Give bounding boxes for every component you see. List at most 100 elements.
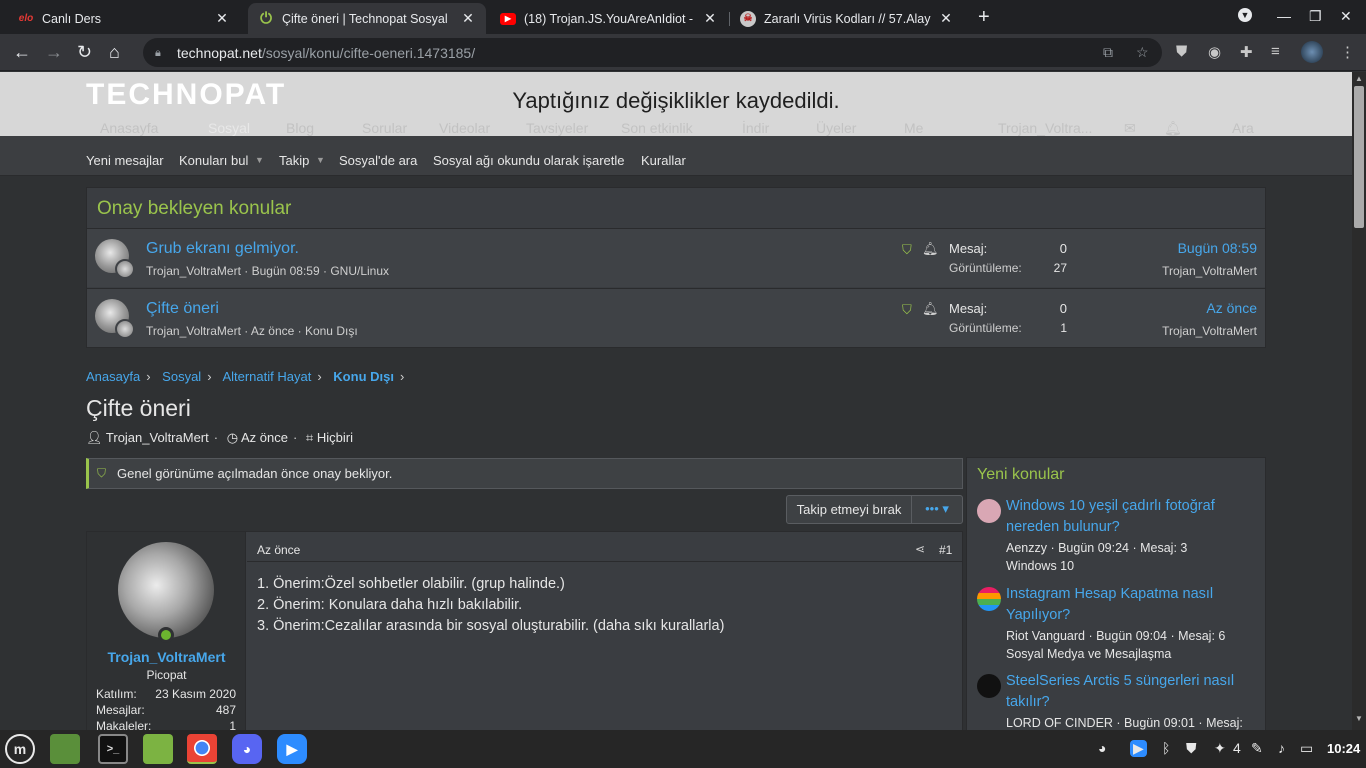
open-in-app-icon[interactable]: ⧉ [1103,44,1113,61]
scroll-thumb[interactable] [1354,86,1364,228]
nav-item-active[interactable]: Sosyal [208,120,250,136]
tab-search-icon[interactable]: ▼ [1238,8,1252,22]
inbox-icon[interactable]: ✉ [1124,120,1136,136]
forward-icon[interactable]: → [45,42,63,63]
stat-label: Görüntüleme: [949,321,1022,335]
thread-author[interactable]: Trojan_VoltraMert [106,430,209,445]
show-desktop-icon[interactable] [50,734,80,764]
breadcrumb-item[interactable]: Konu Dışı [333,369,394,384]
nav-item[interactable]: Me [904,120,923,136]
avatar[interactable] [977,499,1001,523]
subnav-rules[interactable]: Kurallar [641,153,686,168]
avatar-small[interactable] [115,259,135,279]
new-tab-icon[interactable]: + [978,6,990,29]
profile-avatar-icon[interactable] [1301,41,1323,63]
thread-title-link[interactable]: Windows 10 yeşil çadırlı fotoğraf nerede… [1006,496,1256,538]
chrome-menu-icon[interactable]: ⋮ [1340,43,1355,61]
post-number[interactable]: #1 [939,543,952,557]
files-folder-icon[interactable] [143,734,173,764]
avatar[interactable] [977,587,1001,611]
subnav-watched[interactable]: Takip [279,153,309,168]
bluetooth-icon[interactable]: ᛒ [1162,740,1170,756]
post-username[interactable]: Trojan_VoltraMert [87,649,246,665]
chrome-app-icon[interactable] [187,734,217,764]
breadcrumb-item[interactable]: Alternatif Hayat [222,369,311,384]
zoom-app-icon[interactable]: ▶ [277,734,307,764]
chevron-down-icon[interactable]: ▼ [255,155,264,165]
shield-extension-icon[interactable]: ⛊ [1176,43,1187,60]
avatar-small[interactable] [115,319,135,339]
nav-item[interactable]: İndir [742,120,769,136]
last-post-time[interactable]: Bugün 08:59 [1178,240,1257,256]
close-tab-icon[interactable]: ✕ [214,10,230,27]
thread-time[interactable]: Az önce [241,430,288,445]
nav-item[interactable]: Sorular [362,120,407,136]
nav-item[interactable]: Tavsiyeler [526,120,588,136]
alerts-bell-icon[interactable]: 🔔︎ [1164,120,1182,136]
mint-menu-icon[interactable]: m [5,734,35,764]
nav-search[interactable]: Ara [1232,120,1254,136]
thread-title-link[interactable]: Çifte öneri [146,300,219,318]
last-post-time[interactable]: Az önce [1206,300,1257,316]
address-bar[interactable]: 🔒︎ technopat.net/sosyal/konu/cifte-oener… [143,38,1162,67]
thread-forum[interactable]: Sosyal Medya ve Mesajlaşma [1006,645,1171,663]
scroll-up-icon[interactable]: ▲ [1355,74,1363,83]
tab-zararli-virus[interactable]: ☠ Zararlı Virüs Kodları // 57.Alay ✕ [730,3,964,34]
terminal-icon[interactable]: >_ [98,734,128,764]
breadcrumb-item[interactable]: Sosyal [162,369,201,384]
tab-cifte-oneri[interactable]: ⏻ Çifte öneri | Technopat Sosyal ✕ [248,3,486,34]
battery-icon[interactable]: ▭ [1300,740,1313,757]
last-post-user[interactable]: Trojan_VoltraMert [1162,324,1257,338]
discord-tray-icon[interactable]: ◕ [1098,740,1106,756]
subnav-find-threads[interactable]: Konuları bul [179,153,248,168]
thread-forum[interactable]: Windows 10 [1006,557,1074,575]
last-post-user[interactable]: Trojan_VoltraMert [1162,264,1257,278]
more-options-button[interactable]: ••• ▾ [911,495,963,524]
media-queue-icon[interactable]: ≡ [1271,43,1280,60]
bookmark-star-icon[interactable]: ☆ [1136,44,1149,61]
page-scrollbar[interactable]: ▲ ▼ [1352,72,1366,730]
clock[interactable]: 10:24 [1327,741,1360,756]
notifications-icon[interactable]: ✦ [1214,740,1226,757]
close-window-icon[interactable]: ✕ [1340,8,1352,25]
reload-icon[interactable]: ↻ [77,42,92,63]
shield-tray-icon[interactable]: ⛊ [1186,740,1197,757]
discord-app-icon[interactable]: ◕ [232,734,262,764]
zoom-tray-icon[interactable]: ▶ [1130,740,1147,757]
nav-item[interactable]: Son etkinlik [621,120,693,136]
thread-title-link[interactable]: Grub ekranı gelmiyor. [146,240,299,258]
nav-item[interactable]: Blog [286,120,314,136]
thread-title-link[interactable]: SteelSeries Arctis 5 süngerleri nasıl ta… [1006,671,1256,713]
breadcrumb-item[interactable]: Anasayfa [86,369,140,384]
unwatch-button[interactable]: Takip etmeyi bırak [786,495,912,524]
maximize-icon[interactable]: ❐ [1309,8,1322,25]
pen-icon[interactable]: ✎ [1251,740,1263,757]
home-icon[interactable]: ⌂ [109,42,120,63]
chevron-down-icon[interactable]: ▼ [316,155,325,165]
nav-user[interactable]: Trojan_Voltra... [998,120,1092,136]
subnav-new-posts[interactable]: Yeni mesajlar [86,153,164,168]
nav-item[interactable]: Anasayfa [100,120,158,136]
post-time[interactable]: Az önce [257,543,300,557]
subnav-mark-read[interactable]: Sosyal ağı okundu olarak işaretle [433,153,625,168]
watch-bell-icon[interactable]: 🔔︎ [922,241,939,257]
scroll-down-icon[interactable]: ▼ [1355,714,1363,723]
close-tab-icon[interactable]: ✕ [938,10,954,27]
tab-canli-ders[interactable]: elo Canlı Ders ✕ [8,3,240,34]
nav-item[interactable]: Üyeler [816,120,856,136]
tab-youtube[interactable]: ▶ (18) Trojan.JS.YouAreAnIdiot - ✕ [490,3,728,34]
share-icon[interactable]: ⋖ [915,542,925,556]
close-tab-icon[interactable]: ✕ [702,10,718,27]
thread-title-link[interactable]: Instagram Hesap Kapatma nasıl Yapılıyor? [1006,584,1256,626]
nav-item[interactable]: Videolar [439,120,490,136]
subnav-search-forums[interactable]: Sosyal'de ara [339,153,417,168]
extensions-puzzle-icon[interactable]: ✚ [1240,43,1253,61]
close-tab-icon[interactable]: ✕ [460,10,476,27]
back-icon[interactable]: ← [13,42,31,63]
profile-extension-icon[interactable]: ◉ [1208,43,1221,61]
sound-icon[interactable]: ♪ [1278,740,1285,756]
avatar[interactable] [977,674,1001,698]
watch-bell-icon[interactable]: 🔔︎ [922,301,939,317]
minimize-icon[interactable]: — [1277,8,1291,24]
avatar[interactable] [118,542,214,638]
